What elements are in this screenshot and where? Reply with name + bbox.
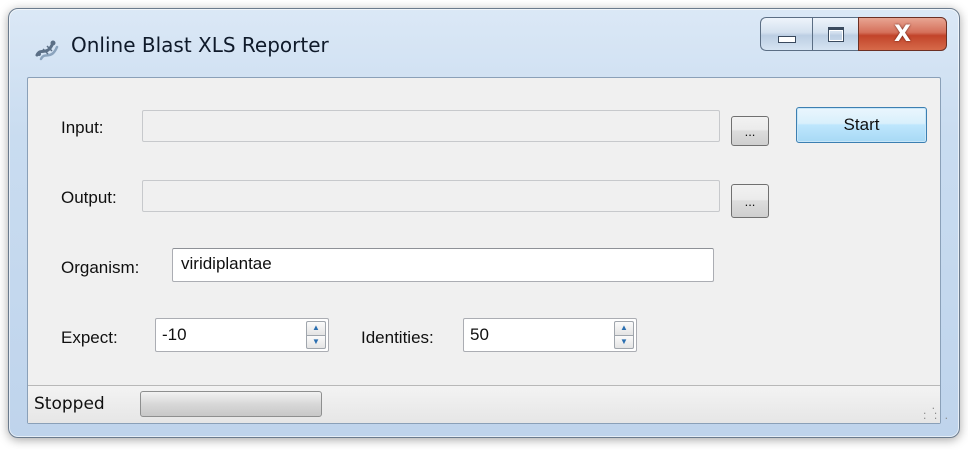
expect-value: -10: [162, 325, 187, 344]
form-panel: Input: ... Start Output: ... Organism: v…: [27, 77, 949, 424]
identities-spin-buttons: ▲ ▼: [614, 321, 634, 349]
expect-stepper[interactable]: -10 ▲ ▼: [155, 318, 329, 352]
minimize-icon: [777, 35, 796, 43]
organism-input[interactable]: viridiplantae: [172, 248, 714, 282]
expect-up-icon[interactable]: ▲: [306, 321, 326, 335]
output-label: Output:: [61, 188, 117, 207]
maximize-icon: [827, 26, 844, 42]
status-label: Stopped: [34, 394, 105, 414]
close-icon: X: [894, 21, 911, 47]
resize-grip-icon[interactable]: .. .. . .: [922, 403, 949, 422]
identities-stepper[interactable]: 50 ▲ ▼: [463, 318, 637, 352]
close-button[interactable]: X: [858, 17, 947, 51]
progress-bar: [140, 391, 322, 417]
expect-spin-buttons: ▲ ▼: [306, 321, 326, 349]
expect-down-icon[interactable]: ▼: [306, 334, 326, 349]
maximize-button[interactable]: [812, 17, 858, 51]
input-browse-button[interactable]: ...: [731, 116, 769, 146]
caption-buttons: X: [760, 17, 947, 53]
title-bar[interactable]: Online Blast XLS Reporter X: [9, 9, 959, 77]
window-title: Online Blast XLS Reporter: [71, 33, 329, 57]
expect-label: Expect:: [61, 328, 118, 347]
identities-value: 50: [470, 325, 489, 344]
status-strip: Stopped .. .. . .: [28, 385, 949, 423]
start-button[interactable]: Start: [796, 107, 927, 143]
identities-up-icon[interactable]: ▲: [614, 321, 634, 335]
output-browse-button[interactable]: ...: [731, 184, 769, 218]
input-path-field[interactable]: [142, 110, 720, 142]
app-window: Online Blast XLS Reporter X Input: ... S…: [8, 8, 960, 438]
blast-app-icon: [35, 40, 59, 61]
output-path-field[interactable]: [142, 180, 720, 212]
organism-label: Organism:: [61, 258, 140, 277]
identities-down-icon[interactable]: ▼: [614, 334, 634, 349]
input-label: Input:: [61, 118, 104, 137]
identities-label: Identities:: [361, 328, 434, 347]
minimize-button[interactable]: [760, 17, 812, 51]
